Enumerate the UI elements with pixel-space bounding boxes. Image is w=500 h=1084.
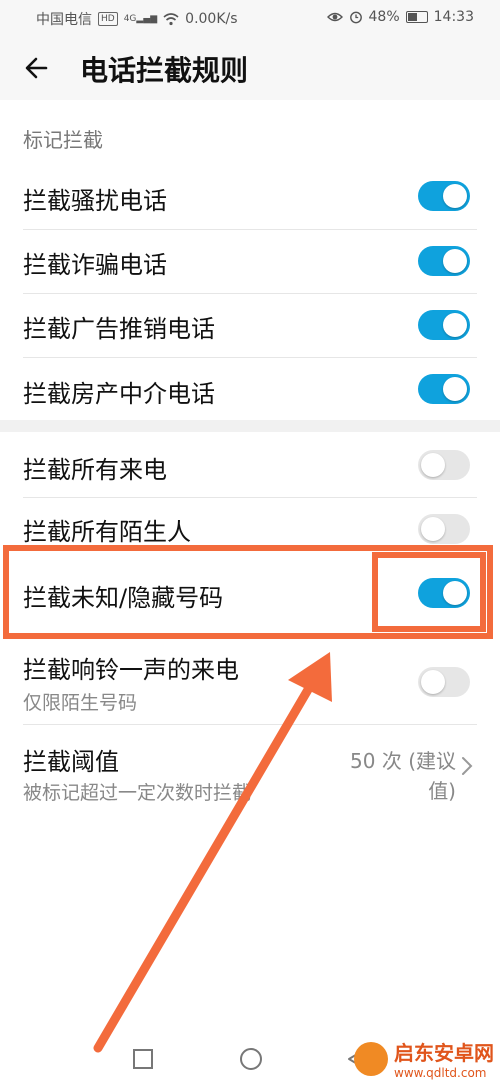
section-separator: [0, 420, 500, 432]
toggle-knob: [443, 184, 467, 208]
toggle-switch-one-ring[interactable]: [418, 667, 470, 697]
status-bar: 中国电信 HD 4G▂▄▆ 0.00K/s 48% 14:33: [0, 0, 500, 36]
battery-icon: [405, 11, 428, 23]
toggle-knob: [443, 313, 467, 337]
toggle-switch-harassment[interactable]: [418, 181, 470, 211]
toggle-knob: [421, 517, 445, 541]
row-sublabel: 仅限陌生号码: [23, 692, 138, 714]
toggle-knob: [421, 453, 445, 477]
hd-badge: HD: [98, 12, 118, 26]
circle-icon[interactable]: [236, 1044, 266, 1074]
status-right: 48% 14:33: [326, 9, 474, 25]
row-label: 拦截所有来电: [23, 456, 167, 484]
toggle-switch-all-calls[interactable]: [418, 450, 470, 480]
arrow-left-icon[interactable]: [20, 50, 56, 86]
wifi-icon: [163, 13, 179, 26]
watermark-name: 启东安卓网: [394, 1041, 494, 1065]
watermark: 启东安卓网 www.qdltd.com: [354, 1037, 494, 1080]
toggle-knob: [443, 249, 467, 273]
alarm-icon: [349, 11, 362, 24]
row-block-real-estate[interactable]: 拦截房产中介电话: [0, 358, 500, 420]
toggle-switch-real-estate[interactable]: [418, 374, 470, 404]
status-left: 中国电信 HD 4G▂▄▆ 0.00K/s: [36, 9, 238, 29]
watermark-text: 启东安卓网 www.qdltd.com: [394, 1037, 494, 1080]
watermark-logo-icon: [354, 1041, 388, 1076]
row-label: 拦截阈值: [23, 748, 119, 776]
toggle-switch-strangers[interactable]: [418, 514, 470, 544]
row-label: 拦截所有陌生人: [23, 518, 191, 546]
carrier-label: 中国电信: [36, 12, 92, 28]
eye-icon: [326, 12, 343, 22]
row-block-all-calls[interactable]: 拦截所有来电: [0, 432, 500, 498]
page-title: 电话拦截规则: [80, 54, 249, 87]
section-header-marked: 标记拦截: [23, 128, 103, 152]
row-block-fraud[interactable]: 拦截诈骗电话: [0, 230, 500, 294]
highlight-toggle-box: [372, 552, 486, 632]
toggle-knob: [443, 377, 467, 401]
row-label: 拦截房产中介电话: [23, 380, 215, 408]
square-icon[interactable]: [128, 1044, 158, 1074]
row-block-ads[interactable]: 拦截广告推销电话: [0, 294, 500, 358]
title-bar: 电话拦截规则: [0, 36, 500, 100]
threshold-value: 50 次 (建议值): [350, 749, 456, 803]
row-label: 拦截广告推销电话: [23, 315, 215, 343]
row-block-harassment[interactable]: 拦截骚扰电话: [0, 166, 500, 230]
watermark-url: www.qdltd.com: [394, 1066, 487, 1080]
row-label: 拦截骚扰电话: [23, 187, 167, 215]
clock: 14:33: [433, 9, 474, 25]
divider: [23, 724, 477, 725]
signal-icon: 4G▂▄▆: [123, 13, 158, 24]
toggle-knob: [421, 670, 445, 694]
row-label: 拦截诈骗电话: [23, 251, 167, 279]
row-label: 拦截响铃一声的来电: [23, 656, 239, 684]
network-speed: 0.00K/s: [185, 11, 238, 27]
row-sublabel: 被标记超过一定次数时拦截: [23, 782, 252, 804]
row-block-one-ring[interactable]: 拦截响铃一声的来电 仅限陌生号码: [0, 640, 500, 724]
toggle-switch-ads[interactable]: [418, 310, 470, 340]
toggle-switch-fraud[interactable]: [418, 246, 470, 276]
battery-percent: 48%: [368, 9, 400, 25]
chevron-right-icon[interactable]: [460, 756, 474, 776]
battery-fill: [407, 13, 417, 21]
network-type: 4G: [123, 13, 137, 24]
